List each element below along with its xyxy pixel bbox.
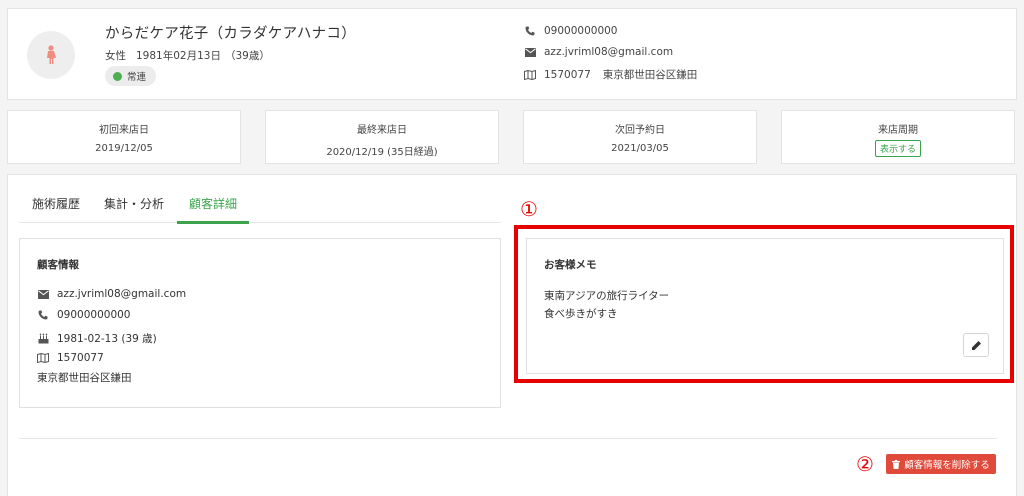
info-postal: 1570077 [37, 352, 104, 364]
customer-birthday: 1981年02月13日 [136, 50, 221, 62]
info-postal-value: 1570077 [57, 352, 104, 364]
avatar [27, 31, 75, 79]
stat-visit-cycle: 来店周期 表示する [781, 110, 1015, 164]
tab-customer-details[interactable]: 顧客詳細 [189, 195, 237, 212]
divider [19, 438, 997, 439]
status-dot [113, 71, 122, 81]
header-postal-value: 1570077 [544, 68, 591, 81]
phone-icon [37, 309, 49, 321]
cake-icon [37, 333, 49, 345]
customer-header: からだケア花子（カラダケアハナコ） 女性 1981年02月13日 （39歳） 常連 … [7, 8, 1017, 100]
customer-gender: 女性 [105, 50, 126, 62]
header-address-value: 東京都世田谷区鎌田 [602, 69, 698, 81]
info-phone: 09000000000 [37, 309, 131, 321]
header-phone-value: 09000000000 [544, 25, 618, 37]
header-email-value: azz.jvriml08@gmail.com [544, 46, 674, 58]
info-birthdate-value: 1981-02-13 (39 歳) [57, 333, 157, 345]
map-icon [37, 352, 49, 364]
stat-label: 初回来店日 [99, 125, 149, 136]
stat-label: 最終来店日 [357, 125, 407, 136]
phone-icon [524, 25, 536, 37]
trash-icon [892, 459, 901, 469]
annotation-number-1: ① [520, 197, 538, 221]
tab-analytics[interactable]: 集計・分析 [104, 195, 164, 212]
stat-last-visit: 最終来店日 2020/12/19 (35日経過) [265, 110, 499, 164]
stat-next-reservation: 次回予約日 2021/03/05 [523, 110, 757, 164]
mail-icon [37, 288, 49, 300]
info-phone-value: 09000000000 [57, 309, 131, 321]
show-cycle-button[interactable]: 表示する [874, 140, 921, 157]
customer-info-panel: 顧客情報 azz.jvriml08@gmail.com 09000000000 … [19, 238, 501, 408]
stat-first-visit: 初回来店日 2019/12/05 [7, 110, 241, 164]
stat-value: 2021/03/05 [611, 143, 669, 154]
info-email-value: azz.jvriml08@gmail.com [57, 288, 187, 300]
customer-name: からだケア花子（カラダケアハナコ） [105, 26, 357, 42]
stat-label: 次回予約日 [615, 125, 665, 136]
customer-profile: 女性 1981年02月13日 （39歳） [105, 48, 280, 63]
delete-button-label: 顧客情報を削除する [904, 460, 990, 471]
info-birthdate: 1981-02-13 (39 歳) [37, 331, 157, 346]
memo-highlight-box [514, 225, 1014, 383]
female-icon [47, 45, 56, 64]
annotation-number-2: ② [856, 452, 874, 476]
tab-bar: 施術履歴 集計・分析 顧客詳細 [19, 189, 501, 224]
info-email: azz.jvriml08@gmail.com [37, 288, 186, 300]
map-icon [524, 69, 536, 81]
stat-value: 2020/12/19 (35日経過) [326, 147, 438, 158]
active-tab-indicator [177, 221, 249, 224]
customer-age: （39歳） [224, 50, 270, 62]
info-address: 東京都世田谷区鎌田 [37, 372, 132, 384]
mail-icon [524, 46, 536, 58]
header-phone: 09000000000 [524, 25, 618, 37]
stat-label: 来店周期 [878, 125, 918, 136]
delete-customer-button[interactable]: 顧客情報を削除する [886, 454, 996, 474]
status-label: 常連 [127, 72, 147, 83]
status-badge: 常連 [105, 66, 157, 86]
stat-value: 2019/12/05 [95, 143, 153, 154]
tab-treatment-history[interactable]: 施術履歴 [32, 195, 80, 212]
header-address: 1570077 東京都世田谷区鎌田 [524, 67, 697, 82]
info-panel-title: 顧客情報 [37, 259, 79, 271]
header-email: azz.jvriml08@gmail.com [524, 46, 673, 58]
